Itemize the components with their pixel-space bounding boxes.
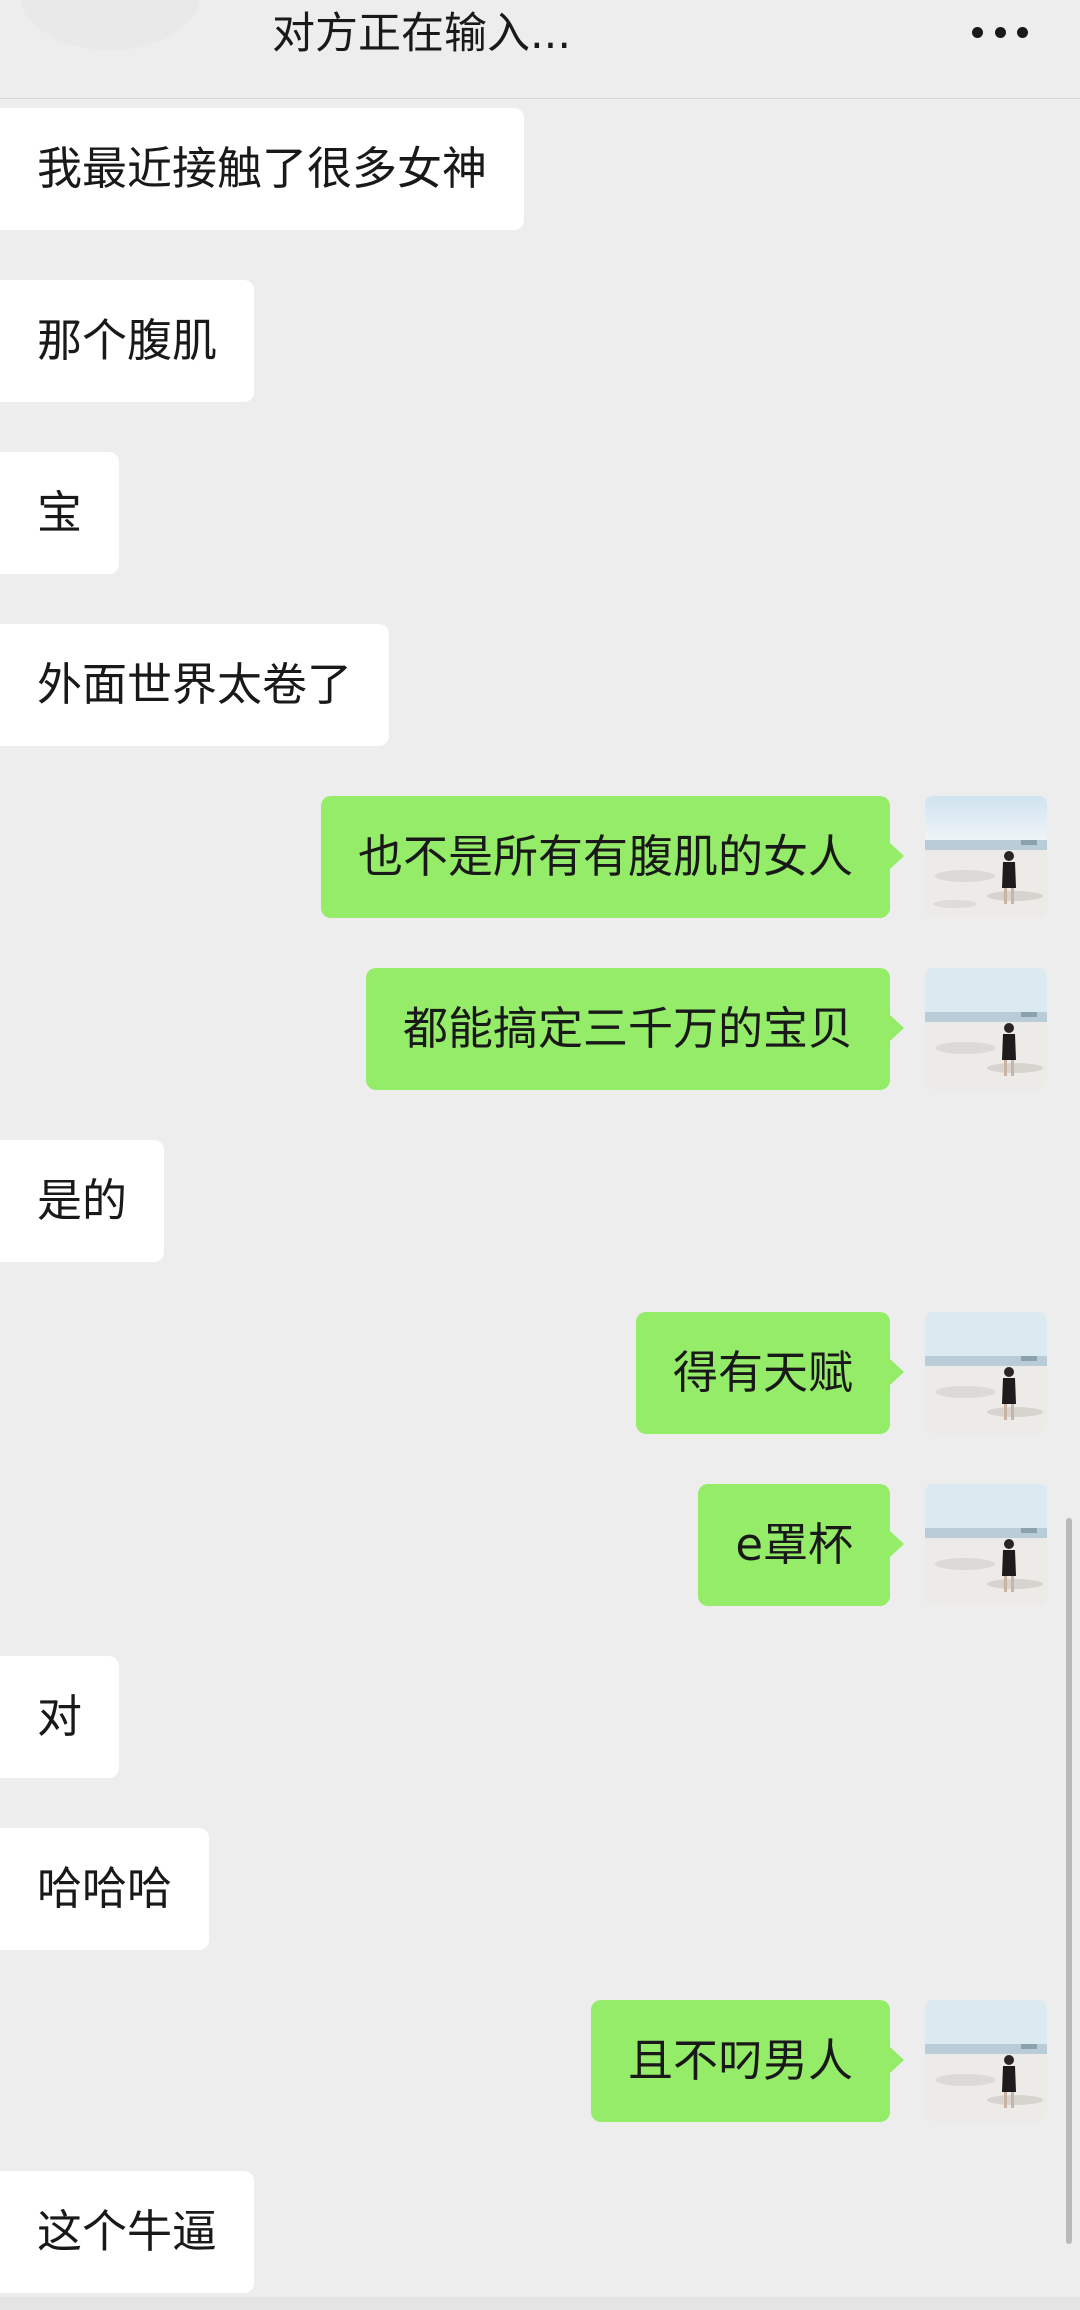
outgoing-message-bubble[interactable]: 且不叼男人: [590, 2000, 905, 2122]
message-row: 都能搞定三千万的宝贝: [0, 968, 1080, 1090]
chat-title: 对方正在输入...: [272, 9, 572, 59]
message-row: 这个牛逼: [0, 2171, 1080, 2293]
beach-photo-avatar-image: [925, 968, 1047, 1090]
scrollbar[interactable]: [1066, 1518, 1072, 2244]
chat-screen: 对方正在输入... 我最近接触了很多女神 那个腹肌 宝 外面世界太卷了 也不是所…: [0, 0, 1080, 2310]
beach-photo-avatar-image: [925, 2000, 1047, 2122]
back-area[interactable]: [20, 0, 200, 50]
message-row: 我最近接触了很多女神: [0, 108, 1080, 230]
message-row: 得有天赋: [0, 1312, 1080, 1434]
outgoing-message-bubble[interactable]: 得有天赋: [635, 1312, 905, 1434]
my-avatar[interactable]: [925, 796, 1047, 918]
message-row: e罩杯: [0, 1484, 1080, 1606]
more-options-icon[interactable]: [972, 22, 1028, 42]
incoming-message-bubble[interactable]: 外面世界太卷了: [0, 624, 390, 746]
incoming-message-bubble[interactable]: 我最近接触了很多女神: [0, 108, 525, 230]
incoming-message-bubble[interactable]: 是的: [0, 1140, 165, 1262]
beach-photo-avatar-image: [925, 796, 1047, 918]
incoming-message-bubble[interactable]: 这个牛逼: [0, 2171, 255, 2293]
outgoing-message-bubble[interactable]: 都能搞定三千万的宝贝: [365, 968, 905, 1090]
input-bar-edge: [0, 2297, 1080, 2310]
message-row: 也不是所有有腹肌的女人: [0, 796, 1080, 918]
incoming-message-bubble[interactable]: 哈哈哈: [0, 1828, 210, 1950]
message-row: 那个腹肌: [0, 280, 1080, 402]
my-avatar[interactable]: [925, 1312, 1047, 1434]
beach-photo-avatar-image: [925, 1484, 1047, 1606]
outgoing-message-bubble[interactable]: 也不是所有有腹肌的女人: [320, 796, 905, 918]
message-row: 宝: [0, 452, 1080, 574]
incoming-message-bubble[interactable]: 宝: [0, 452, 120, 574]
incoming-message-bubble[interactable]: 对: [0, 1656, 120, 1778]
message-row: 对: [0, 1656, 1080, 1778]
outgoing-message-bubble[interactable]: e罩杯: [698, 1484, 904, 1606]
message-row: 且不叼男人: [0, 2000, 1080, 2122]
my-avatar[interactable]: [925, 968, 1047, 1090]
beach-photo-avatar-image: [925, 1312, 1047, 1434]
incoming-message-bubble[interactable]: 那个腹肌: [0, 280, 255, 402]
message-row: 是的: [0, 1140, 1080, 1262]
my-avatar[interactable]: [925, 1484, 1047, 1606]
chat-header: 对方正在输入...: [0, 0, 1080, 99]
message-row: 哈哈哈: [0, 1828, 1080, 1950]
message-row: 外面世界太卷了: [0, 624, 1080, 746]
my-avatar[interactable]: [925, 2000, 1047, 2122]
